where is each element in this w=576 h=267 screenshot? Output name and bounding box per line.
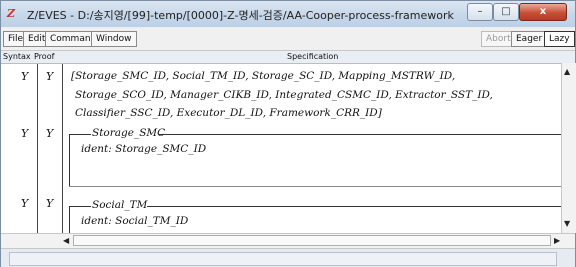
schema-name[interactable]: Social_TM — [92, 199, 147, 211]
specification-column-header: Specification — [287, 52, 339, 61]
eager-button[interactable]: Eager — [511, 31, 548, 47]
schema-top-rule — [158, 134, 561, 135]
title-bar[interactable]: Z Z/EVES - D:/송지영/[99]-temp/[0000]-Z-명세-… — [1, 1, 575, 27]
scroll-down-icon[interactable]: ▼ — [564, 219, 570, 228]
minimize-button[interactable]: – — [467, 3, 493, 21]
row-separator — [69, 186, 561, 187]
schema-top-rule — [69, 206, 91, 207]
proof-column-header: Proof — [34, 52, 55, 61]
close-button[interactable]: x — [519, 3, 567, 21]
specification-editor[interactable]: Y Y [Storage_SMC_ID, Social_TM_ID, Stora… — [1, 63, 575, 234]
vertical-scrollbar[interactable]: ▲ ▼ — [561, 63, 576, 233]
syntax-status: Y — [21, 197, 29, 210]
window-menu-button[interactable]: Window — [91, 31, 137, 47]
scroll-up-icon[interactable]: ▲ — [564, 67, 570, 76]
proof-status: Y — [46, 197, 54, 210]
status-field — [9, 252, 557, 266]
syntax-status: Y — [21, 127, 29, 140]
zeves-app-icon: Z — [7, 7, 16, 20]
zeves-window: Z Z/EVES - D:/송지영/[99]-temp/[0000]-Z-명세-… — [0, 0, 576, 267]
window-title: Z/EVES - D:/송지영/[99]-temp/[0000]-Z-명세-검증… — [27, 9, 454, 22]
scroll-right-icon[interactable]: ▶ — [554, 236, 560, 245]
spec-line[interactable]: Storage_SCO_ID, Manager_CIKB_ID, Integra… — [75, 89, 493, 101]
schema-declaration[interactable]: ident: Storage_SMC_ID — [81, 143, 206, 155]
menu-bar: File Edit Command Window Abort Eager Laz… — [1, 28, 575, 51]
gutter-divider — [62, 64, 63, 234]
schema-name[interactable]: Storage_SMC — [92, 127, 165, 139]
scroll-left-icon[interactable]: ◀ — [63, 236, 69, 245]
spec-line[interactable]: Classifier_SSC_ID, Executor_DL_ID, Frame… — [75, 107, 382, 119]
syntax-status: Y — [21, 70, 29, 83]
horizontal-scroll-thumb[interactable] — [73, 235, 551, 246]
gutter-divider — [37, 64, 38, 234]
status-bar — [1, 248, 575, 267]
schema-declaration[interactable]: ident: Social_TM_ID — [81, 215, 188, 227]
proof-status: Y — [46, 127, 54, 140]
proof-status: Y — [46, 70, 54, 83]
schema-left-bar — [69, 206, 70, 234]
schema-top-rule — [147, 206, 561, 207]
spec-line[interactable]: [Storage_SMC_ID, Social_TM_ID, Storage_S… — [71, 70, 455, 82]
schema-top-rule — [69, 134, 91, 135]
horizontal-scrollbar[interactable]: ◀ ▶ — [1, 233, 575, 248]
schema-left-bar — [69, 134, 70, 186]
maximize-button[interactable]: □ — [493, 3, 519, 21]
lazy-button[interactable]: Lazy — [544, 31, 575, 47]
syntax-column-header: Syntax — [3, 52, 31, 61]
